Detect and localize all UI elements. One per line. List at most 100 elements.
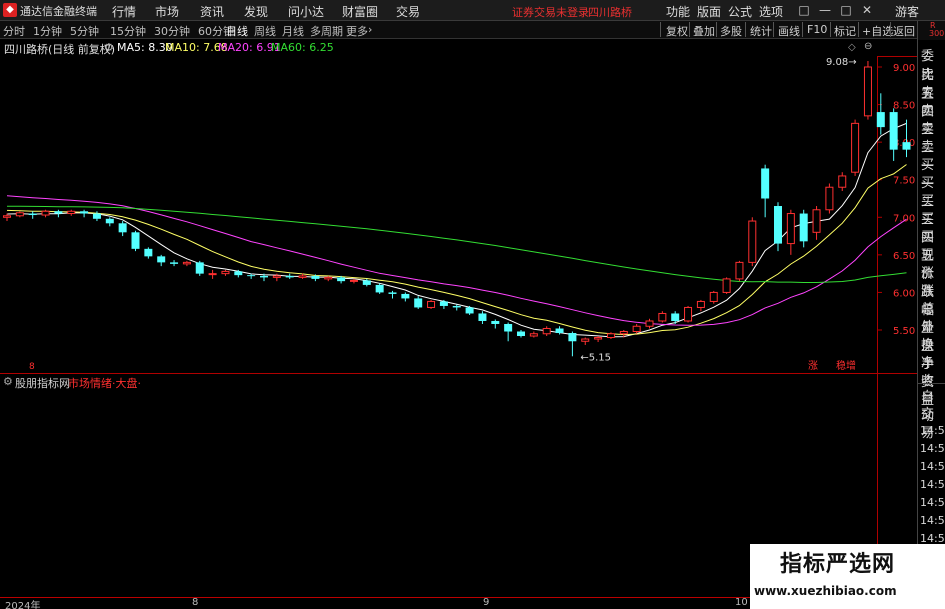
candle[interactable] [889,108,898,161]
candle[interactable] [144,247,153,259]
candle[interactable] [131,230,140,252]
candle[interactable] [80,209,89,218]
candle[interactable] [838,172,847,191]
menu-item-wealth-circle[interactable]: 财富圈 [342,3,378,20]
menu-item-ask[interactable]: 问小达 [288,3,324,20]
overlay-button[interactable]: 叠加 [693,23,715,39]
security-notice[interactable]: 证券交易未登录 [512,4,589,20]
candle[interactable] [594,336,603,343]
candle[interactable] [54,209,63,218]
candle[interactable] [491,319,500,329]
candle[interactable] [67,209,76,216]
candle[interactable] [118,221,127,237]
close-icon[interactable]: ✕ [859,2,875,18]
candle[interactable] [799,209,808,248]
diamond-icon[interactable]: ◇ [848,42,856,53]
period-daily[interactable]: 日线 [226,23,248,39]
period-more[interactable]: 更多 [346,23,368,39]
period-15min[interactable]: 15分钟 [110,23,146,39]
candle[interactable] [542,326,551,337]
stock-title[interactable]: 四川路桥(日线 前复权) [4,41,115,57]
chevron-right-icon[interactable]: › [368,23,372,36]
candle[interactable] [388,290,397,299]
candle[interactable] [812,206,821,240]
high-price-label: 9.08→ [826,57,857,68]
candle[interactable] [28,211,37,219]
guest-label[interactable]: 游客 [895,3,919,20]
candle[interactable] [786,209,795,255]
menu-item-market[interactable]: 市场 [155,3,179,20]
menu-item-quotes[interactable]: 行情 [112,3,136,20]
candle[interactable] [748,217,757,267]
candle[interactable] [208,269,217,279]
candle[interactable] [285,273,294,279]
maximize-icon[interactable]: □ [838,2,854,18]
indicator-settings-icon[interactable]: ⚙ [104,41,114,54]
candle[interactable] [504,322,513,342]
candle[interactable] [863,60,872,120]
period-intraday[interactable]: 分时 [3,23,25,39]
menu-item-discover[interactable]: 发现 [244,3,268,20]
candle[interactable] [606,332,615,340]
y-axis-ticks: 9.008.508.007.507.006.506.005.50 [877,63,915,337]
candle[interactable] [722,277,731,294]
candle[interactable] [684,305,693,323]
menu-item-formula[interactable]: 公式 [728,3,752,20]
menu-item-layout[interactable]: 版面 [697,3,721,20]
adjust-button[interactable]: 复权 [666,23,688,39]
minimize-icon[interactable]: — [817,2,833,18]
period-monthly[interactable]: 月线 [282,23,304,39]
candle[interactable] [632,323,641,334]
candle[interactable] [529,331,538,338]
candle[interactable] [478,311,487,324]
candle[interactable] [41,209,50,218]
period-30min[interactable]: 30分钟 [154,23,190,39]
period-multi[interactable]: 多周期 [310,23,343,39]
restore-icon[interactable]: □ [796,2,812,18]
candle-body [465,307,474,314]
candle[interactable] [401,292,410,302]
sub-indicator-name[interactable]: 股朋指标网 [15,375,70,391]
candle[interactable] [182,260,191,267]
candle[interactable] [709,290,718,304]
menu-item-function[interactable]: 功能 [666,3,690,20]
candle[interactable] [568,331,577,357]
menu-item-news[interactable]: 资讯 [200,3,224,20]
candle[interactable] [195,260,204,276]
candle[interactable] [851,119,860,176]
candle[interactable] [658,311,667,323]
candle[interactable] [517,330,525,338]
candle[interactable] [825,183,834,214]
y-tick-label: 9.00 [893,63,915,74]
add-watchlist-button[interactable]: +自选 [862,23,893,39]
candle[interactable] [157,254,166,267]
candle[interactable] [761,164,770,218]
draw-line-button[interactable]: 画线 [778,23,800,39]
candle[interactable] [3,213,11,222]
period-weekly[interactable]: 周线 [254,23,276,39]
zoom-out-icon[interactable]: ⊖ [864,41,872,52]
candle[interactable] [645,318,654,329]
period-5min[interactable]: 5分钟 [70,23,99,39]
menu-item-trade[interactable]: 交易 [396,3,420,20]
sub-indicator-settings-icon[interactable]: ⚙ [3,375,13,388]
candle[interactable] [696,299,705,312]
mark-button[interactable]: 标记 [834,23,856,39]
f10-button[interactable]: F10 [807,23,827,36]
candle[interactable] [427,299,436,309]
candle[interactable] [735,260,744,282]
back-button[interactable]: 返回 [893,23,915,39]
period-1min[interactable]: 1分钟 [33,23,62,39]
candle[interactable] [581,337,590,346]
menu-item-options[interactable]: 选项 [759,3,783,20]
kline-chart[interactable]: 9.008.508.007.507.006.506.005.50 9.08→←5… [0,40,917,597]
multi-stock-button[interactable]: 多股 [720,23,742,39]
candle[interactable] [774,202,782,252]
candle[interactable] [15,211,24,218]
candle[interactable] [375,283,384,294]
candle[interactable] [170,260,179,267]
candle[interactable] [414,296,423,309]
candle[interactable] [221,269,230,276]
candle[interactable] [105,217,114,227]
stats-button[interactable]: 统计 [750,23,772,39]
